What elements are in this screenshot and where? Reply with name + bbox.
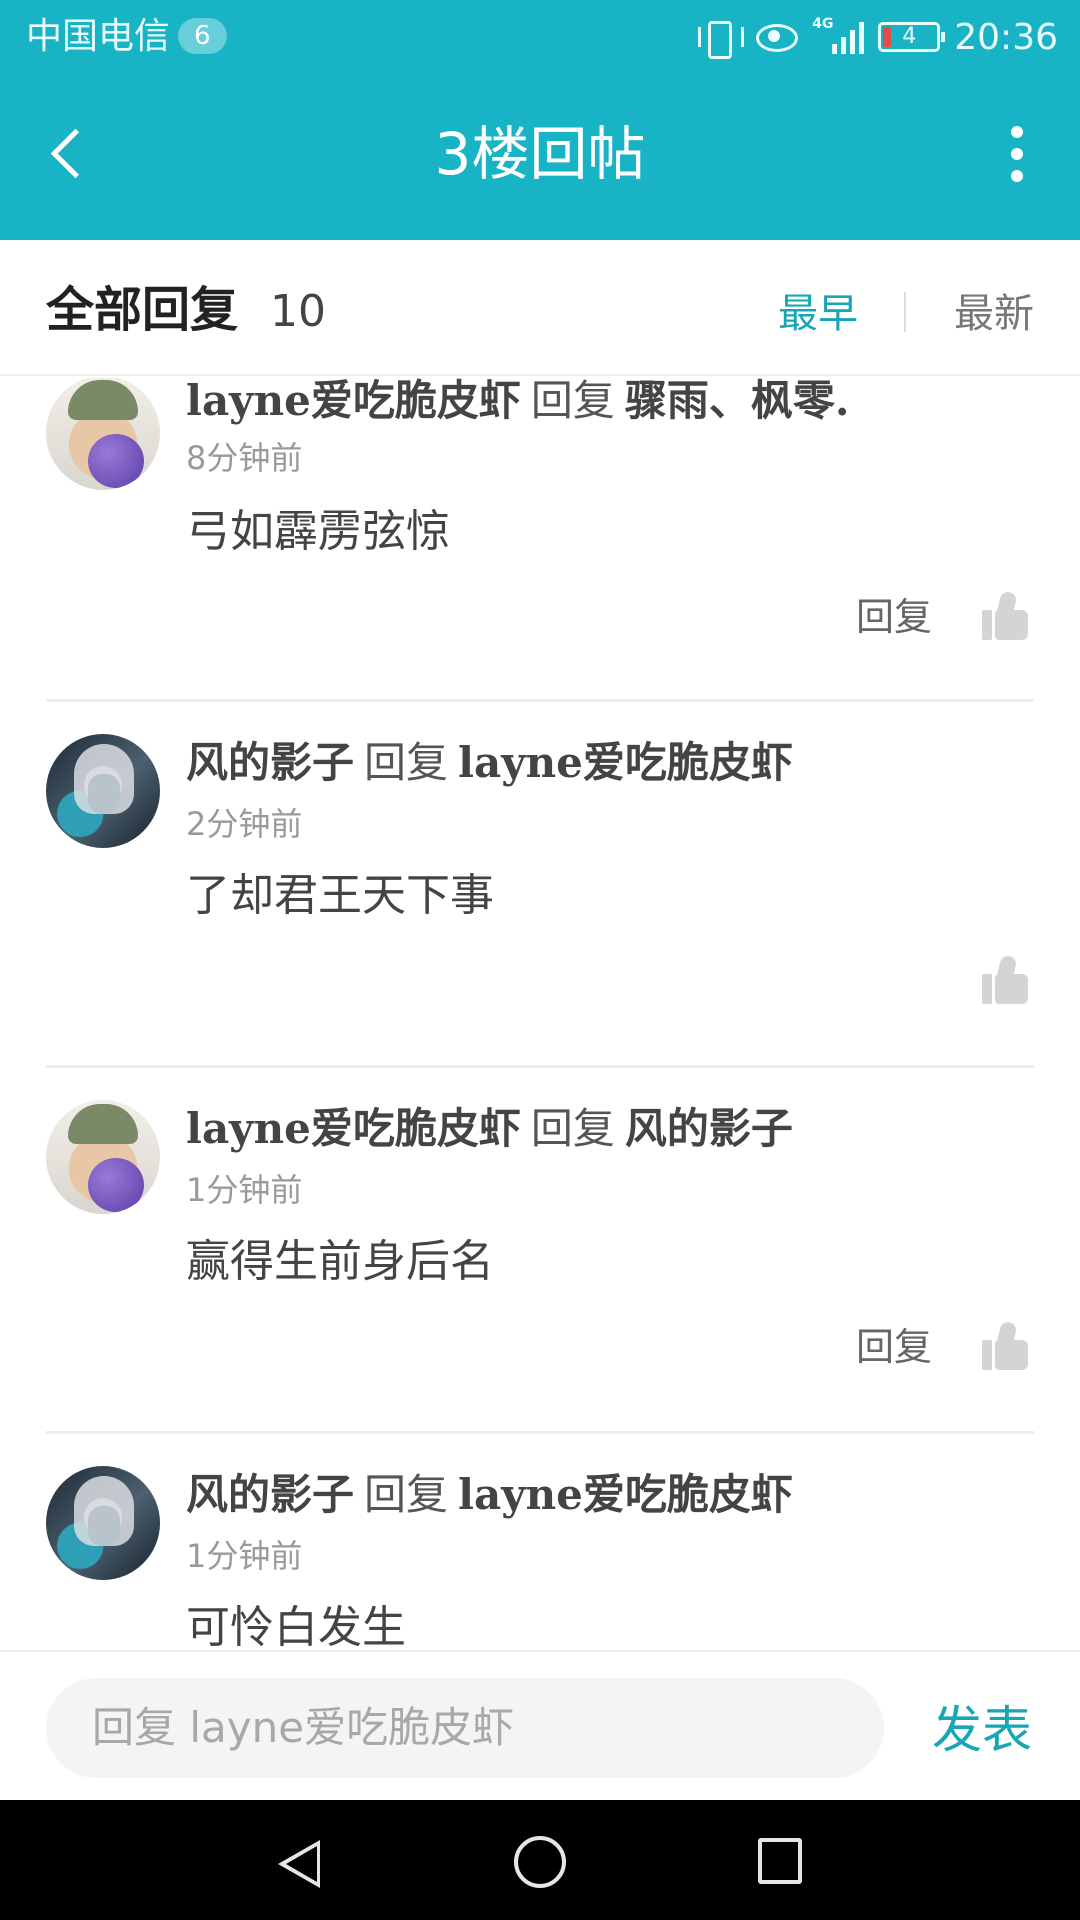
reply-time: 1分钟前 [186,1171,303,1209]
nav-recent-apps-icon[interactable] [758,1838,802,1884]
reply-time: 1分钟前 [186,1537,303,1575]
status-bar: 中国电信 6 4G 4 20:36 [0,0,1080,74]
all-replies-label: 全部回复 [46,282,239,338]
reply-target[interactable]: 风的影子 [625,1104,793,1153]
reply-target[interactable]: layne爱吃脆皮虾 [458,1470,793,1519]
sort-earliest-tab[interactable]: 最早 [778,286,858,342]
reply-time: 2分钟前 [186,805,303,843]
reply-target[interactable]: 骤雨、枫零. [625,378,850,425]
vibrate-icon [696,19,745,59]
reply-item: layne爱吃脆皮虾 回复 骤雨、枫零. 8分钟前 弓如霹雳弦惊 回复 [0,378,1080,704]
divider [46,699,1034,702]
battery-level: 4 [902,24,917,49]
divider [46,1065,1034,1068]
reply-time: 8分钟前 [186,439,303,477]
thumbs-up-icon[interactable] [982,590,1028,640]
reply-verb: 回复 [364,738,449,787]
thumbs-up-icon[interactable] [982,1320,1028,1370]
app-header: 3楼回帖 [0,74,1080,240]
reply-verb: 回复 [530,1104,615,1153]
reply-author[interactable]: layne爱吃脆皮虾 [186,1104,521,1153]
reply-input[interactable]: 回复 layne爱吃脆皮虾 [46,1678,884,1778]
clock: 20:36 [954,16,1058,58]
battery-icon: 4 [878,22,946,52]
more-options-icon[interactable] [1002,126,1032,182]
reply-text: 赢得生前身后名 [186,1236,494,1287]
reply-list[interactable]: layne爱吃脆皮虾 回复 骤雨、枫零. 8分钟前 弓如霹雳弦惊 回复 风的影子 回复… [0,378,1080,1650]
reply-header: 风的影子 回复 layne爱吃脆皮虾 [186,734,793,792]
system-nav-bar [0,1800,1080,1920]
network-type: 4G [812,16,834,32]
reply-author[interactable]: 风的影子 [186,1470,354,1519]
reply-button[interactable]: 回复 [856,592,932,642]
eye-comfort-icon [754,22,799,52]
avatar[interactable] [46,1100,160,1214]
reply-input-bar: 回复 layne爱吃脆皮虾 发表 [0,1650,1080,1800]
reply-verb: 回复 [364,1470,449,1519]
reply-header: 风的影子 回复 layne爱吃脆皮虾 [186,1466,793,1524]
carrier-name: 中国电信 [26,16,171,57]
carrier: 中国电信 6 [26,14,227,60]
reply-author[interactable]: 风的影子 [186,738,354,787]
sort-newest-tab[interactable]: 最新 [954,286,1034,342]
reply-verb: 回复 [530,378,615,425]
avatar[interactable] [46,734,160,848]
thumbs-up-icon[interactable] [982,954,1028,1004]
publish-button[interactable]: 发表 [932,1698,1032,1762]
reply-item: 风的影子 回复 layne爱吃脆皮虾 2分钟前 了却君王天下事 [0,704,1080,1070]
reply-item: 风的影子 回复 layne爱吃脆皮虾 1分钟前 可怜白发生 [0,1436,1080,1650]
replies-header: 全部回复 10 最早 最新 [0,240,1080,376]
divider [46,1431,1034,1434]
reply-header: layne爱吃脆皮虾 回复 风的影子 [186,1100,793,1158]
reply-count: 10 [270,286,326,337]
signal-icon: 4G [812,16,865,54]
avatar[interactable] [46,1466,160,1580]
carrier-badge: 6 [178,18,227,54]
reply-target[interactable]: layne爱吃脆皮虾 [458,738,793,787]
page-title: 3楼回帖 [434,120,646,188]
sort-divider [904,292,906,332]
reply-button[interactable]: 回复 [856,1322,932,1372]
nav-home-icon[interactable] [514,1836,566,1888]
avatar[interactable] [46,378,160,490]
reply-text: 可怜白发生 [186,1602,406,1650]
nav-back-icon[interactable] [276,1840,326,1890]
reply-item: layne爱吃脆皮虾 回复 风的影子 1分钟前 赢得生前身后名 回复 [0,1070,1080,1436]
reply-header: layne爱吃脆皮虾 回复 骤雨、枫零. [186,378,849,430]
status-icons: 4G 4 20:36 [696,14,1058,60]
reply-text: 弓如霹雳弦惊 [186,506,450,557]
reply-text: 了却君王天下事 [186,870,494,921]
reply-author[interactable]: layne爱吃脆皮虾 [186,378,521,425]
